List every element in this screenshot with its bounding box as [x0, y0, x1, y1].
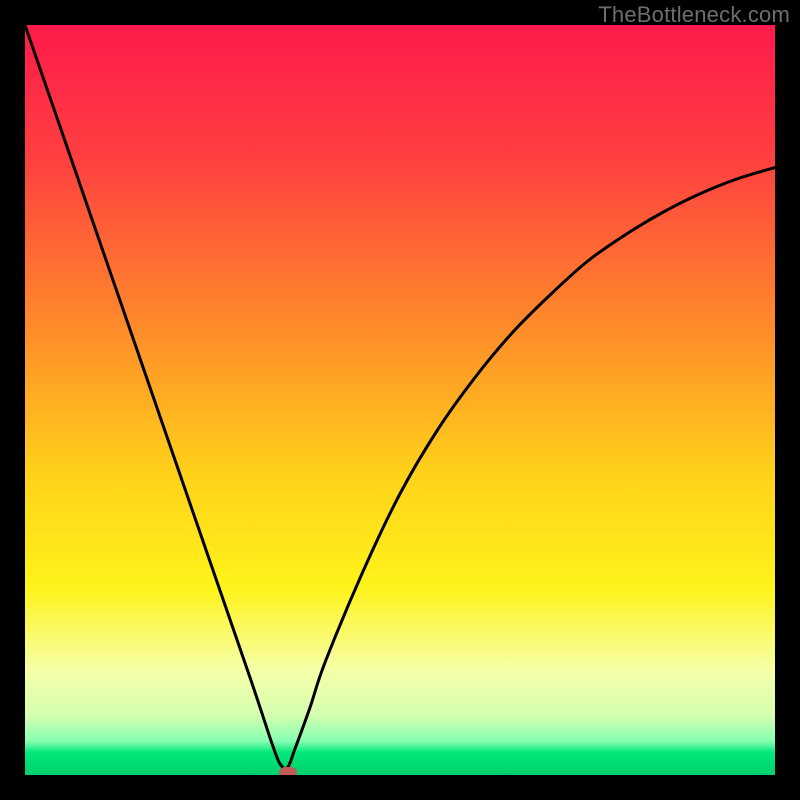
bottleneck-curve: [25, 25, 775, 775]
outer-frame: TheBottleneck.com: [0, 0, 800, 800]
optimal-marker: [279, 767, 297, 775]
plot-area: [25, 25, 775, 775]
